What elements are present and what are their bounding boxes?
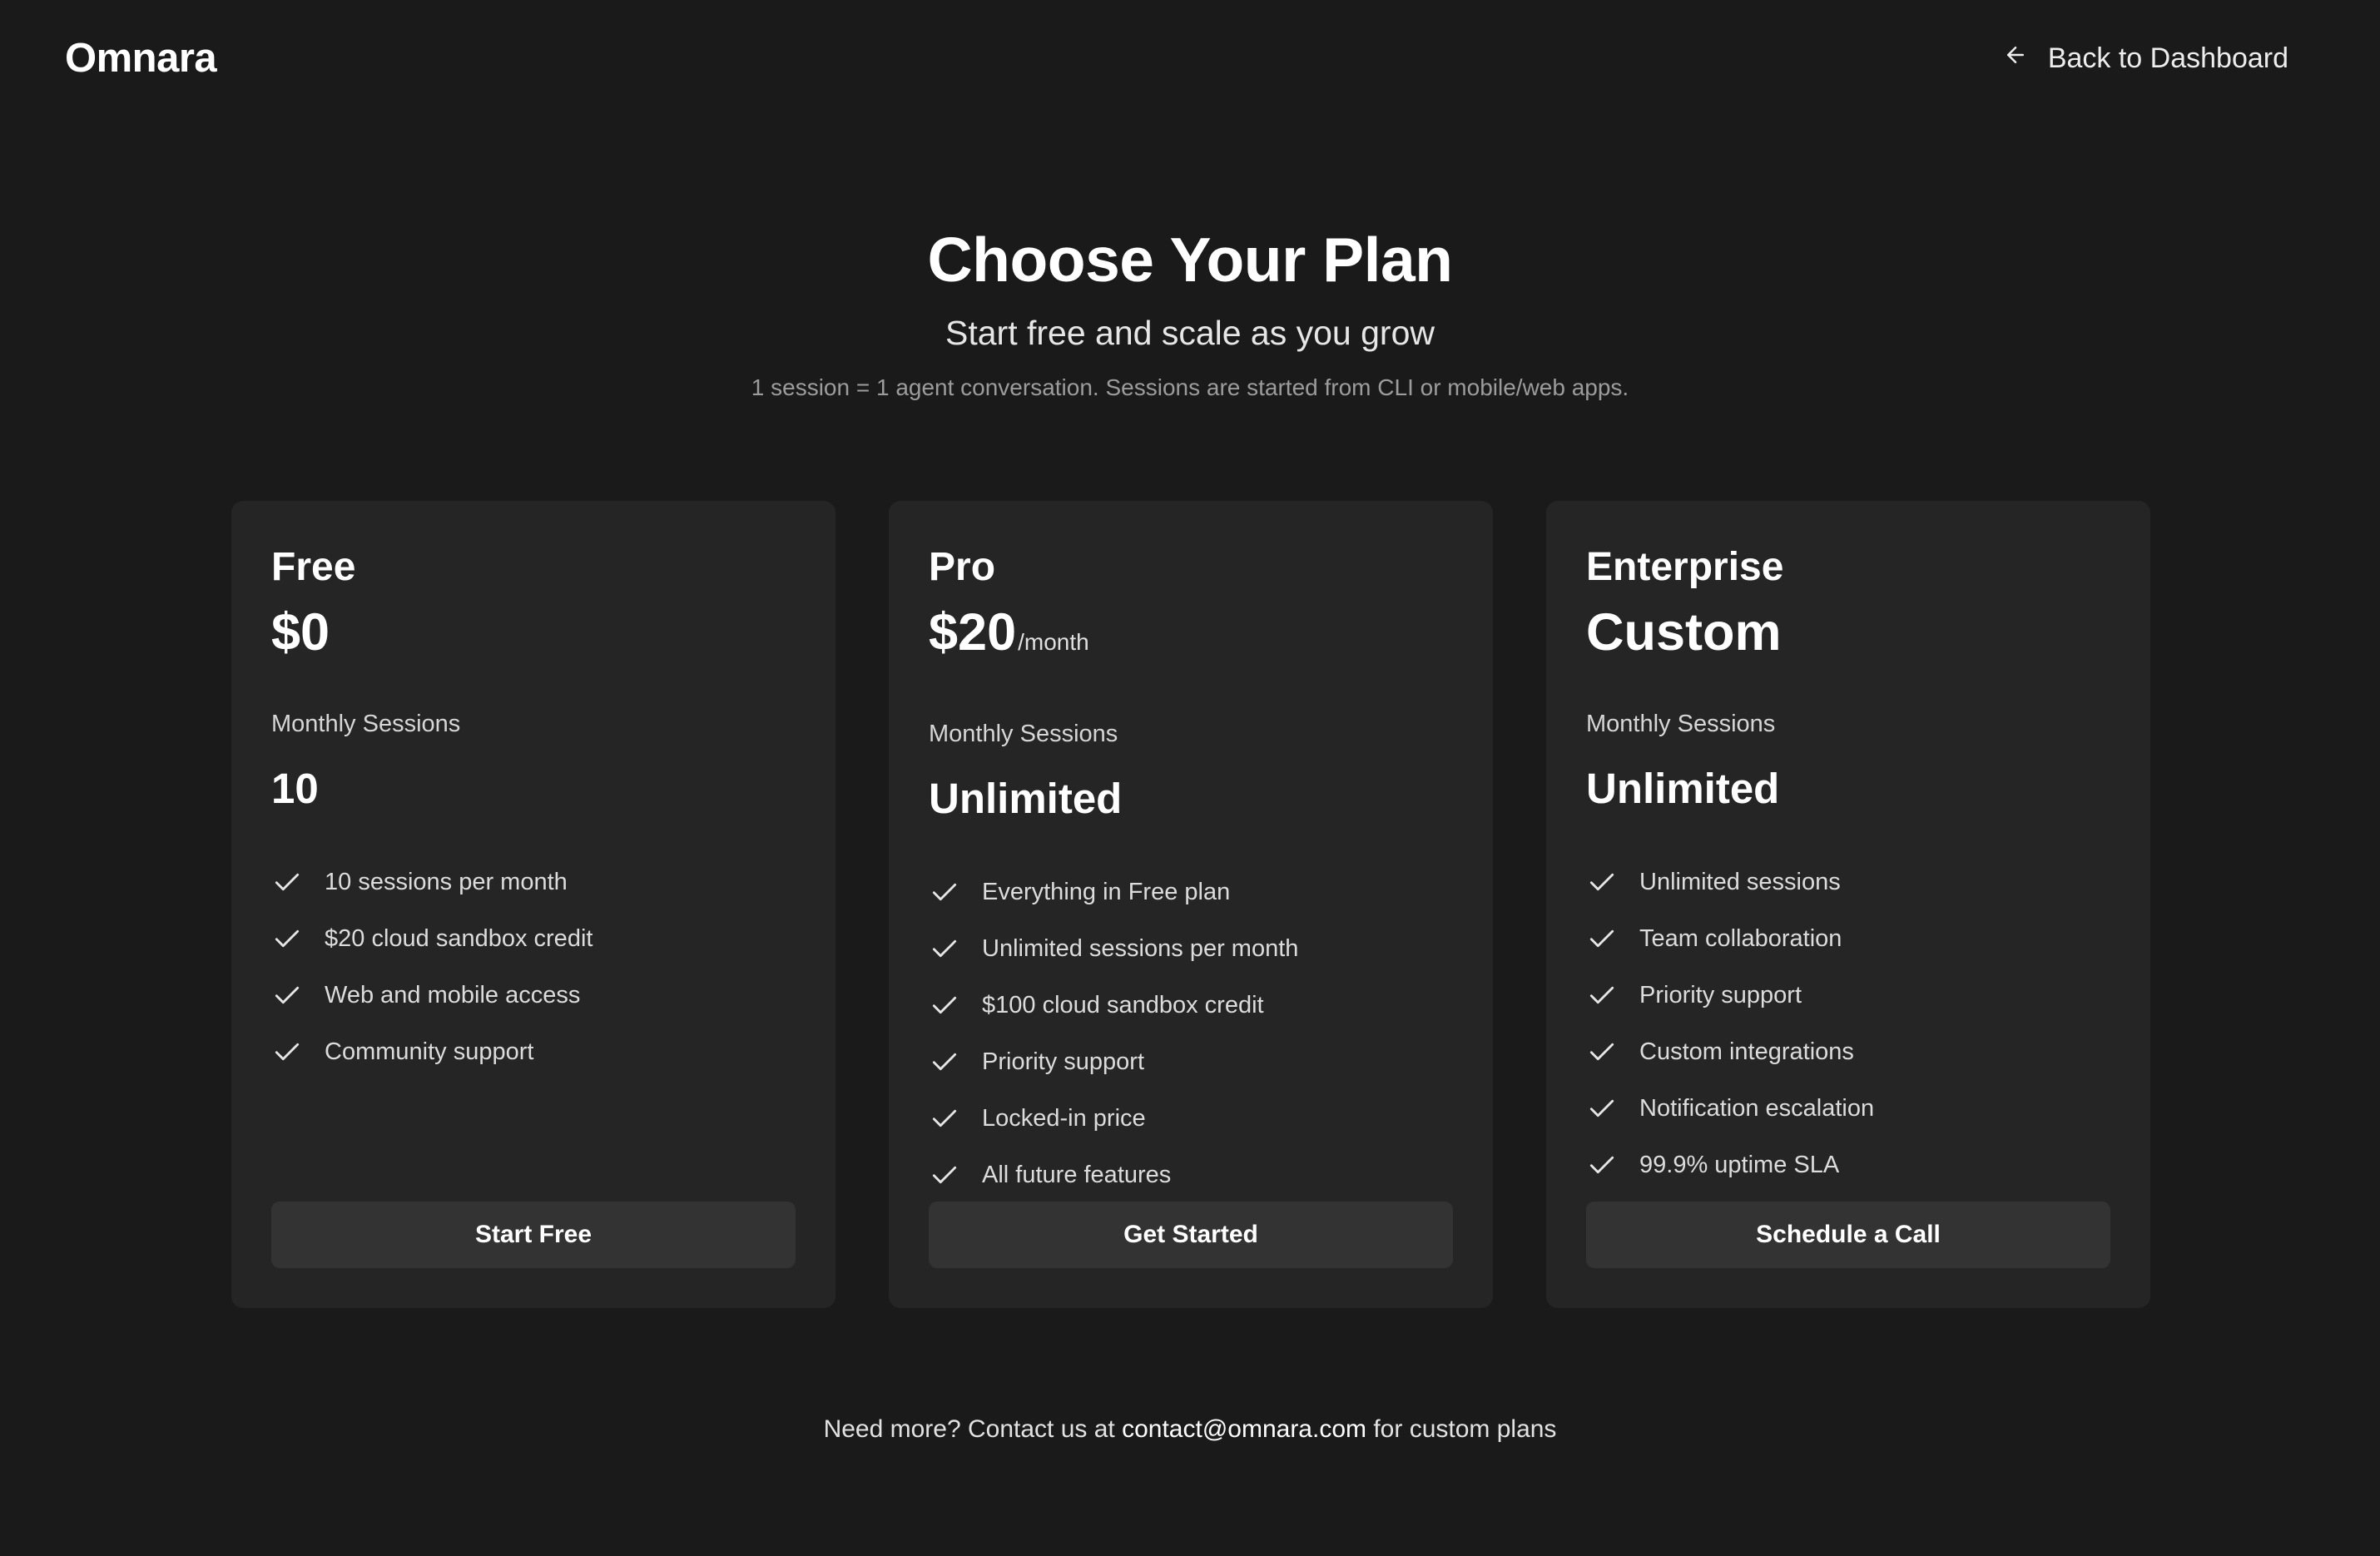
check-icon: [275, 873, 300, 891]
check-icon: [1589, 1099, 1614, 1117]
feature-text: Unlimited sessions: [1639, 868, 1841, 895]
sessions-label: Monthly Sessions: [929, 721, 1118, 747]
feature-text: $20 cloud sandbox credit: [325, 924, 593, 952]
feature-text: All future features: [982, 1161, 1172, 1188]
feature-item: Custom integrations: [1586, 1023, 2110, 1080]
feature-list: Everything in Free plan Unlimited sessio…: [929, 864, 1453, 1203]
feature-text: Locked-in price: [982, 1104, 1146, 1132]
plan-name: Pro: [929, 545, 996, 589]
sessions-label: Monthly Sessions: [1586, 711, 1776, 737]
feature-text: Unlimited sessions per month: [982, 934, 1299, 962]
session-note: 1 session = 1 agent conversation. Sessio…: [751, 374, 1629, 400]
feature-text: Notification escalation: [1639, 1094, 1875, 1122]
feature-text: $100 cloud sandbox credit: [982, 991, 1264, 1018]
plan-name: Free: [271, 545, 356, 589]
check-icon: [275, 986, 300, 1004]
feature-item: Notification escalation: [1586, 1080, 2110, 1137]
sessions-value: Unlimited: [1586, 765, 1780, 812]
check-icon: [932, 996, 957, 1014]
page-subtitle: Start free and scale as you grow: [945, 314, 1435, 352]
back-to-dashboard-link[interactable]: Back to Dashboard: [2003, 32, 2288, 85]
plan-price-period: /month: [1018, 629, 1089, 655]
footer-prefix: Need more? Contact us at: [823, 1415, 1115, 1443]
feature-text: Priority support: [1639, 981, 1802, 1008]
feature-text: Team collaboration: [1639, 924, 1842, 952]
plan-price: $0: [271, 599, 796, 666]
feature-item: 10 sessions per month: [271, 854, 796, 910]
plan-name: Enterprise: [1586, 545, 1784, 589]
feature-list: 10 sessions per month $20 cloud sandbox …: [271, 854, 796, 1080]
contact-email-link[interactable]: contact@omnara.com: [1122, 1415, 1366, 1443]
get-started-button[interactable]: Get Started: [929, 1202, 1453, 1268]
check-icon: [932, 883, 957, 901]
page-title: Choose Your Plan: [927, 225, 1453, 295]
feature-item: Priority support: [929, 1033, 1453, 1090]
plan-card-free: Free $0 Monthly Sessions 10 10 sessions …: [231, 501, 835, 1308]
feature-item: Web and mobile access: [271, 967, 796, 1023]
start-free-button[interactable]: Start Free: [271, 1202, 796, 1268]
feature-text: Web and mobile access: [325, 981, 581, 1008]
feature-text: 10 sessions per month: [325, 868, 568, 895]
app-logo[interactable]: Omnara: [65, 32, 217, 85]
footer-contact: Need more? Contact us at contact@omnara.…: [0, 1411, 2380, 1448]
check-icon: [1589, 929, 1614, 948]
plan-price-amount: $20: [929, 603, 1017, 662]
check-icon: [932, 1109, 957, 1127]
schedule-call-button[interactable]: Schedule a Call: [1586, 1202, 2110, 1268]
back-to-dashboard-label: Back to Dashboard: [2047, 42, 2288, 74]
check-icon: [275, 1043, 300, 1061]
feature-text: 99.9% uptime SLA: [1639, 1151, 1840, 1178]
footer-suffix: for custom plans: [1373, 1415, 1557, 1443]
feature-item: Priority support: [1586, 967, 2110, 1023]
feature-text: Community support: [325, 1038, 534, 1065]
plan-price: Custom: [1586, 599, 2110, 666]
arrow-left-icon: [2003, 42, 2028, 75]
plan-price: $20/month: [929, 599, 1453, 676]
check-icon: [275, 929, 300, 948]
check-icon: [932, 939, 957, 958]
feature-text: Priority support: [982, 1048, 1145, 1075]
plan-price-amount: Custom: [1586, 603, 1782, 662]
sessions-value: Unlimited: [929, 775, 1123, 822]
sessions-value: 10: [271, 765, 319, 812]
plan-price-amount: $0: [271, 603, 330, 662]
feature-item: Locked-in price: [929, 1090, 1453, 1147]
feature-item: Everything in Free plan: [929, 864, 1453, 920]
feature-item: Unlimited sessions: [1586, 854, 2110, 910]
feature-item: 99.9% uptime SLA: [1586, 1137, 2110, 1193]
feature-text: Everything in Free plan: [982, 878, 1231, 905]
feature-item: Team collaboration: [1586, 910, 2110, 967]
check-icon: [1589, 986, 1614, 1004]
feature-item: Unlimited sessions per month: [929, 920, 1453, 977]
check-icon: [932, 1166, 957, 1184]
plans-grid: Free $0 Monthly Sessions 10 10 sessions …: [231, 501, 2150, 1308]
hero-section: Choose Your Plan Start free and scale as…: [0, 218, 2380, 404]
feature-item: All future features: [929, 1147, 1453, 1203]
feature-list: Unlimited sessions Team collaboration Pr…: [1586, 854, 2110, 1193]
check-icon: [1589, 1156, 1614, 1174]
check-icon: [1589, 1043, 1614, 1061]
sessions-label: Monthly Sessions: [271, 711, 461, 737]
plan-card-enterprise: Enterprise Custom Monthly Sessions Unlim…: [1546, 501, 2150, 1308]
check-icon: [1589, 873, 1614, 891]
feature-item: $100 cloud sandbox credit: [929, 977, 1453, 1033]
feature-text: Custom integrations: [1639, 1038, 1854, 1065]
check-icon: [932, 1053, 957, 1071]
plan-card-pro: Pro $20/month Monthly Sessions Unlimited…: [889, 501, 1493, 1308]
feature-item: $20 cloud sandbox credit: [271, 910, 796, 967]
feature-item: Community support: [271, 1023, 796, 1080]
